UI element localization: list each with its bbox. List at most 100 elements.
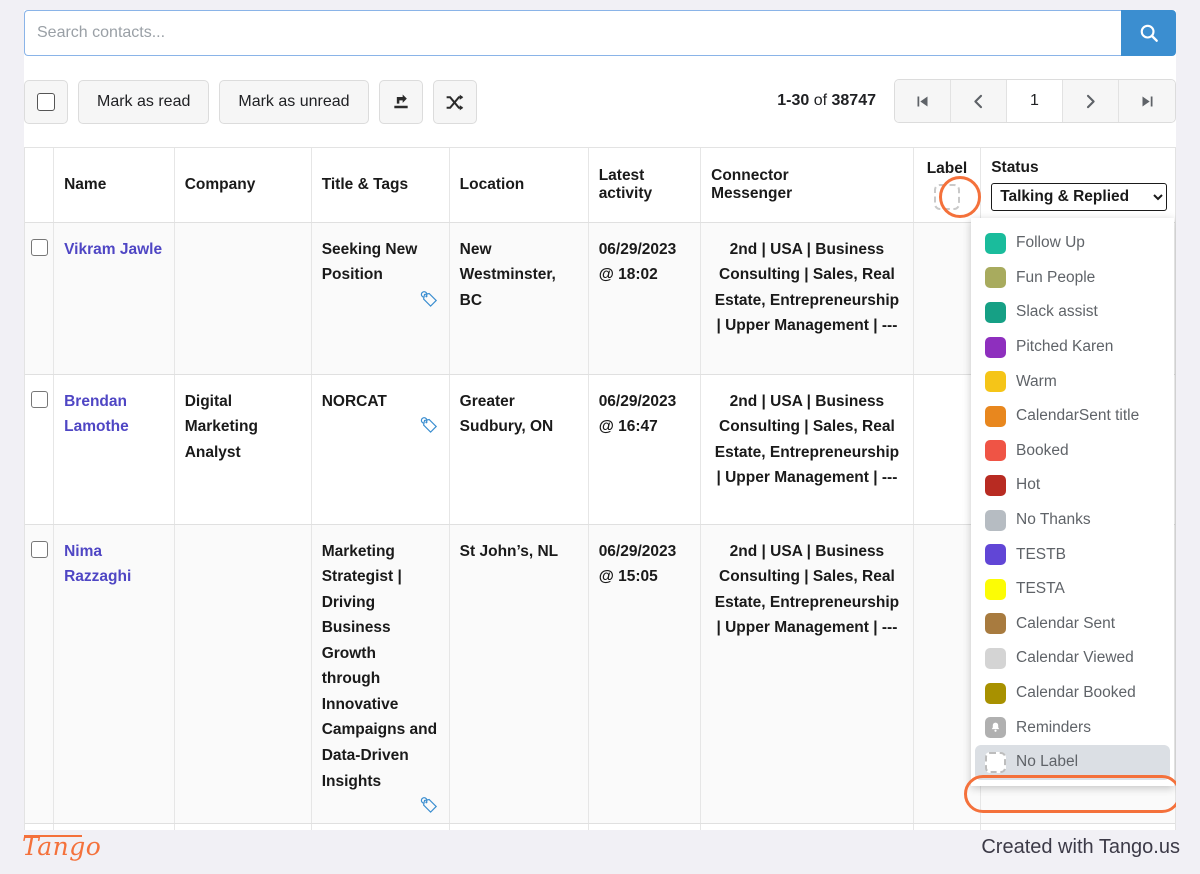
label-option-calendar-sent[interactable]: Calendar Sent [971,607,1174,642]
tango-logo: Tango [22,832,102,861]
label-option-booked[interactable]: Booked [971,434,1174,469]
th-connector-messenger[interactable]: Connector Messenger [700,148,914,223]
label-color-swatch [985,682,1006,704]
record-count: 1-30 of 38747 [777,92,876,110]
label-option-text: Slack assist [1016,303,1098,321]
select-all-checkbox-button[interactable] [24,80,68,124]
row-checkbox-cell [25,374,55,525]
th-title-tags[interactable]: Title & Tags [311,148,450,223]
shuffle-button[interactable] [432,80,477,124]
label-option-testa[interactable]: TESTA [971,572,1174,607]
cell-connector-messenger: 2nd | USA | Business Consulting | Sales,… [700,222,914,375]
th-label-text: Label [926,159,968,177]
contact-name-link[interactable]: Nima Razzaghi [64,543,131,586]
label-filter-swatch[interactable] [933,183,960,210]
cell-connector-messenger: 2nd | USA | Business Consulting | Sales,… [700,524,914,825]
pagination: 1-30 of 38747 [777,79,1176,123]
next-page-button[interactable] [1063,80,1119,122]
cell-connector-messenger: 2nd | USA | Business Consulting | Sales,… [700,374,914,525]
label-option-pitched-karen[interactable]: Pitched Karen [971,330,1174,365]
export-icon [393,94,408,109]
th-company[interactable]: Company [174,148,312,223]
tag-icon[interactable]: 🏷 [322,292,439,307]
cell-title-text: Marketing Strategist | Driving Business … [321,542,438,790]
th-location[interactable]: Location [449,148,589,223]
label-option-text: Booked [1016,441,1069,459]
th-name[interactable]: Name [53,148,175,223]
label-option-slack-assist[interactable]: Slack assist [971,295,1174,330]
label-option-reminders[interactable]: Reminders [971,710,1174,745]
prev-page-button[interactable] [951,80,1007,122]
contact-name-link[interactable]: Brendan Lamothe [64,393,129,436]
search-input[interactable] [24,10,1121,56]
cell-location: New Westminster, BC [449,222,589,375]
label-option-text: Calendar Sent [1016,614,1116,632]
label-color-swatch [985,267,1006,289]
label-option-no-thanks[interactable]: No Thanks [971,503,1174,538]
label-option-calendarsent-title[interactable]: CalendarSent title [971,399,1174,434]
row-checkbox[interactable] [30,390,48,408]
export-button[interactable] [378,80,423,124]
bell-icon [985,717,1006,739]
label-color-swatch [985,336,1006,358]
label-color-swatch [985,578,1006,600]
label-option-calendar-booked[interactable]: Calendar Booked [971,676,1174,711]
label-option-text: CalendarSent title [1016,407,1140,425]
cell-title-tags: Marketing Strategist | Driving Business … [311,524,450,825]
row-checkbox-cell [25,524,55,825]
tag-icon[interactable]: 🏷 [322,418,439,433]
label-option-calendar-viewed[interactable]: Calendar Viewed [971,641,1174,676]
cell-name: Brendan Lamothe [53,374,175,525]
contact-name-link[interactable]: Vikram Jawle [64,241,162,258]
action-toolbar: Mark as read Mark as unread 1-30 of 3874… [24,79,1176,125]
status-filter-select[interactable]: Talking & Replied [991,182,1168,211]
label-option-fun-people[interactable]: Fun People [971,261,1174,296]
last-page-button[interactable] [1119,80,1175,122]
label-option-follow-up[interactable]: Follow Up [971,226,1174,261]
chevron-right-icon [1086,94,1095,108]
th-latest-activity[interactable]: Latest activity [588,148,702,223]
cell-latest-activity: 06/29/2023 @ 16:47 [588,374,702,525]
search-button[interactable] [1121,10,1176,56]
label-option-warm[interactable]: Warm [971,364,1174,399]
mark-as-unread-button[interactable]: Mark as unread [219,80,369,124]
label-option-text: TESTB [1016,545,1066,563]
th-status-text: Status [991,158,1039,176]
table-header: Name Company Title & Tags Location Lates… [25,148,1175,223]
record-total: 38747 [831,92,877,109]
row-checkbox[interactable] [30,540,48,558]
label-option-no-label[interactable]: No Label [975,744,1170,780]
page-number-input[interactable] [1007,80,1063,122]
row-checkbox[interactable] [30,238,48,256]
label-option-text: Calendar Booked [1016,684,1136,702]
label-color-swatch [985,647,1006,669]
th-connector-line2: Messenger [711,184,793,202]
label-option-text: Calendar Viewed [1016,649,1134,667]
label-option-hot[interactable]: Hot [971,468,1174,503]
cell-title-text: Seeking New Position [321,240,418,284]
select-all-checkbox[interactable] [37,93,55,111]
cell-name: Nima Razzaghi [53,524,175,825]
label-color-swatch [985,405,1006,427]
label-option-text: TESTA [1016,580,1065,598]
th-latest-activity-line2: activity [598,184,653,202]
label-color-swatch [985,232,1006,254]
cell-location: Greater Sudbury, ON [449,374,589,525]
label-option-testb[interactable]: TESTB [971,537,1174,572]
mark-as-read-button[interactable]: Mark as read [78,80,210,124]
cell-latest-activity: 06/29/2023 @ 18:02 [588,222,702,375]
label-color-swatch [985,509,1006,531]
contacts-app: Mark as read Mark as unread 1-30 of 3874… [24,10,1176,830]
label-color-swatch [985,751,1006,773]
th-label: Label [913,148,982,223]
label-color-swatch [985,613,1006,635]
label-color-swatch [985,474,1006,496]
tag-icon[interactable]: 🏷 [322,798,439,813]
record-of: of [809,92,832,109]
cell-company: Digital Marketing Analyst [174,374,312,525]
cell-company [174,222,312,375]
label-option-text: No Label [1016,753,1079,771]
label-option-text: Warm [1016,372,1057,390]
label-color-swatch [985,371,1006,393]
first-page-button[interactable] [895,80,951,122]
